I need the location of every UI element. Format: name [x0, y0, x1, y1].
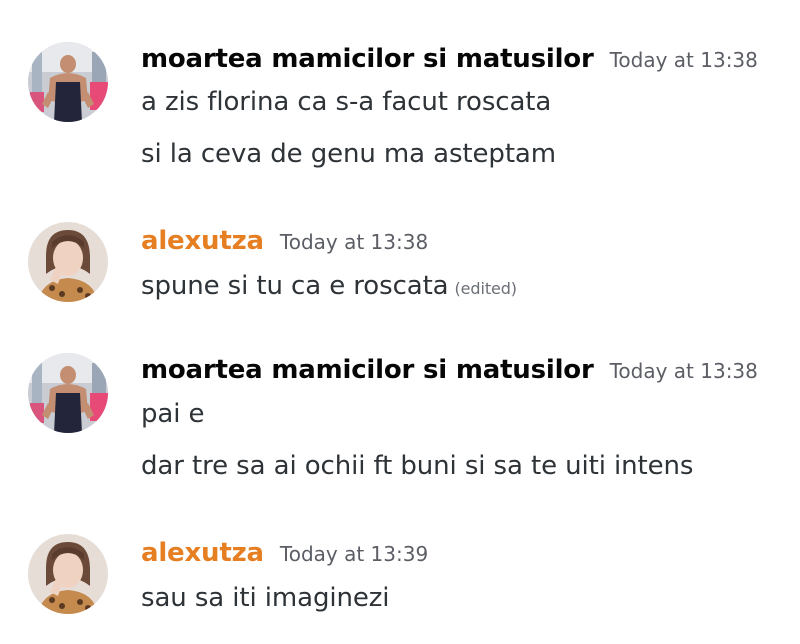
timestamp[interactable]: Today at 13:38: [280, 230, 428, 254]
message-text: sau sa iti imaginezi: [141, 583, 390, 613]
avatar-portrait-icon[interactable]: [28, 222, 108, 302]
avatar-gym-icon[interactable]: [28, 42, 108, 122]
message-text: a zis florina ca s-a facut roscata: [141, 87, 552, 117]
message-list: moartea mamicilor si matusilor Today at …: [0, 0, 800, 644]
message-text: si la ceva de genu ma asteptam: [141, 139, 556, 169]
message-text: spune si tu ca e roscata: [141, 271, 449, 301]
timestamp[interactable]: Today at 13:38: [610, 359, 758, 383]
edited-label: (edited): [454, 279, 518, 298]
message-header: alexutza Today at 13:38: [141, 226, 428, 262]
timestamp[interactable]: Today at 13:38: [610, 48, 758, 72]
username[interactable]: alexutza: [141, 226, 264, 256]
timestamp[interactable]: Today at 13:39: [280, 542, 428, 566]
username[interactable]: moartea mamicilor si matusilor: [141, 355, 594, 385]
avatar-portrait-icon[interactable]: [28, 534, 108, 614]
message-group: alexutza Today at 13:39 sau sa iti imagi…: [0, 534, 800, 621]
username[interactable]: moartea mamicilor si matusilor: [141, 44, 594, 74]
message-text: pai e: [141, 399, 205, 429]
username[interactable]: alexutza: [141, 538, 264, 568]
message-header: alexutza Today at 13:39: [141, 538, 428, 574]
message-text: dar tre sa ai ochii ft buni si sa te uit…: [141, 451, 694, 481]
message-group: moartea mamicilor si matusilor Today at …: [0, 42, 800, 177]
message-header: moartea mamicilor si matusilor Today at …: [141, 355, 758, 391]
message-group: alexutza Today at 13:38 spune si tu ca e…: [0, 222, 800, 309]
avatar-gym-icon[interactable]: [28, 353, 108, 433]
message-text-row: spune si tu ca e roscata (edited): [141, 271, 517, 301]
message-group: moartea mamicilor si matusilor Today at …: [0, 353, 800, 488]
message-header: moartea mamicilor si matusilor Today at …: [141, 44, 758, 80]
